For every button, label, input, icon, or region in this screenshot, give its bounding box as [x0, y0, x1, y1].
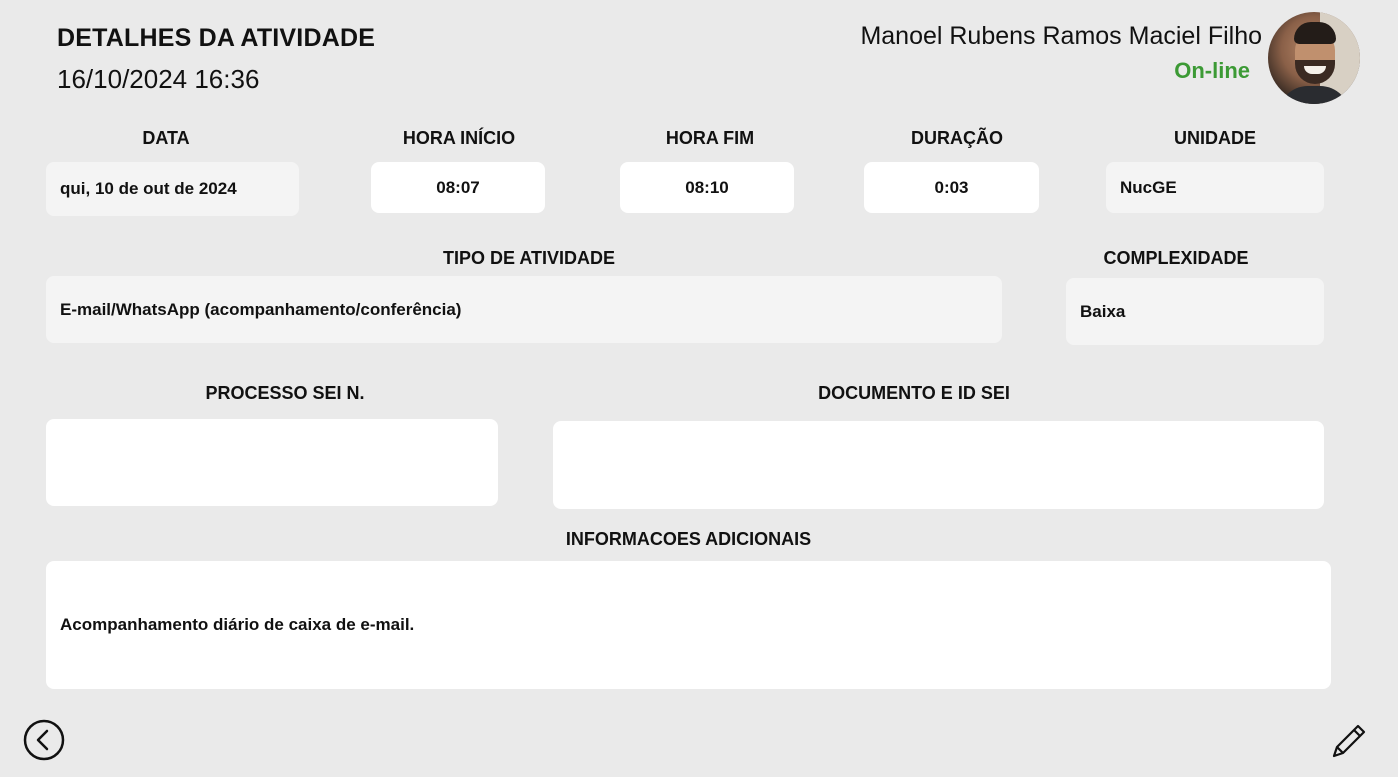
- informacoes-adicionais-field[interactable]: Acompanhamento diário de caixa de e-mail…: [46, 561, 1331, 689]
- processo-sei-label: PROCESSO SEI N.: [205, 383, 365, 403]
- hora-inicio-field[interactable]: 08:07: [371, 162, 545, 213]
- back-button[interactable]: [22, 718, 66, 762]
- avatar: [1268, 12, 1360, 104]
- unidade-field[interactable]: NucGE: [1106, 162, 1324, 213]
- hora-inicio-label: HORA INÍCIO: [402, 128, 516, 148]
- data-label: DATA: [142, 128, 190, 148]
- user-status: On-line: [1174, 58, 1250, 83]
- unidade-label: UNIDADE: [1173, 128, 1256, 148]
- hora-fim-label: HORA FIM: [665, 128, 755, 148]
- data-field[interactable]: qui, 10 de out de 2024: [46, 162, 299, 216]
- user-name: Manoel Rubens Ramos Maciel Filho: [860, 22, 1262, 50]
- complexidade-field[interactable]: Baixa: [1066, 278, 1324, 345]
- informacoes-adicionais-label: INFORMACOES ADICIONAIS: [565, 529, 812, 549]
- current-datetime: 16/10/2024 16:36: [57, 64, 260, 94]
- complexidade-label: COMPLEXIDADE: [1103, 248, 1249, 268]
- activity-details-screen: DETALHES DA ATIVIDADE 16/10/2024 16:36 M…: [0, 0, 1398, 777]
- tipo-atividade-label: TIPO DE ATIVIDADE: [442, 248, 615, 268]
- hora-fim-field[interactable]: 08:10: [620, 162, 794, 213]
- page-title: DETALHES DA ATIVIDADE: [57, 24, 376, 52]
- processo-sei-field[interactable]: [46, 419, 498, 506]
- back-arrow-circle-icon: [23, 719, 65, 761]
- duracao-field[interactable]: 0:03: [864, 162, 1039, 213]
- tipo-atividade-field[interactable]: E-mail/WhatsApp (acompanhamento/conferên…: [46, 276, 1002, 343]
- pencil-icon: [1332, 724, 1366, 758]
- edit-button[interactable]: [1328, 720, 1370, 762]
- duracao-label: DURAÇÃO: [911, 128, 1003, 148]
- documento-id-sei-field[interactable]: [553, 421, 1324, 509]
- documento-id-sei-label: DOCUMENTO E ID SEI: [818, 383, 1010, 403]
